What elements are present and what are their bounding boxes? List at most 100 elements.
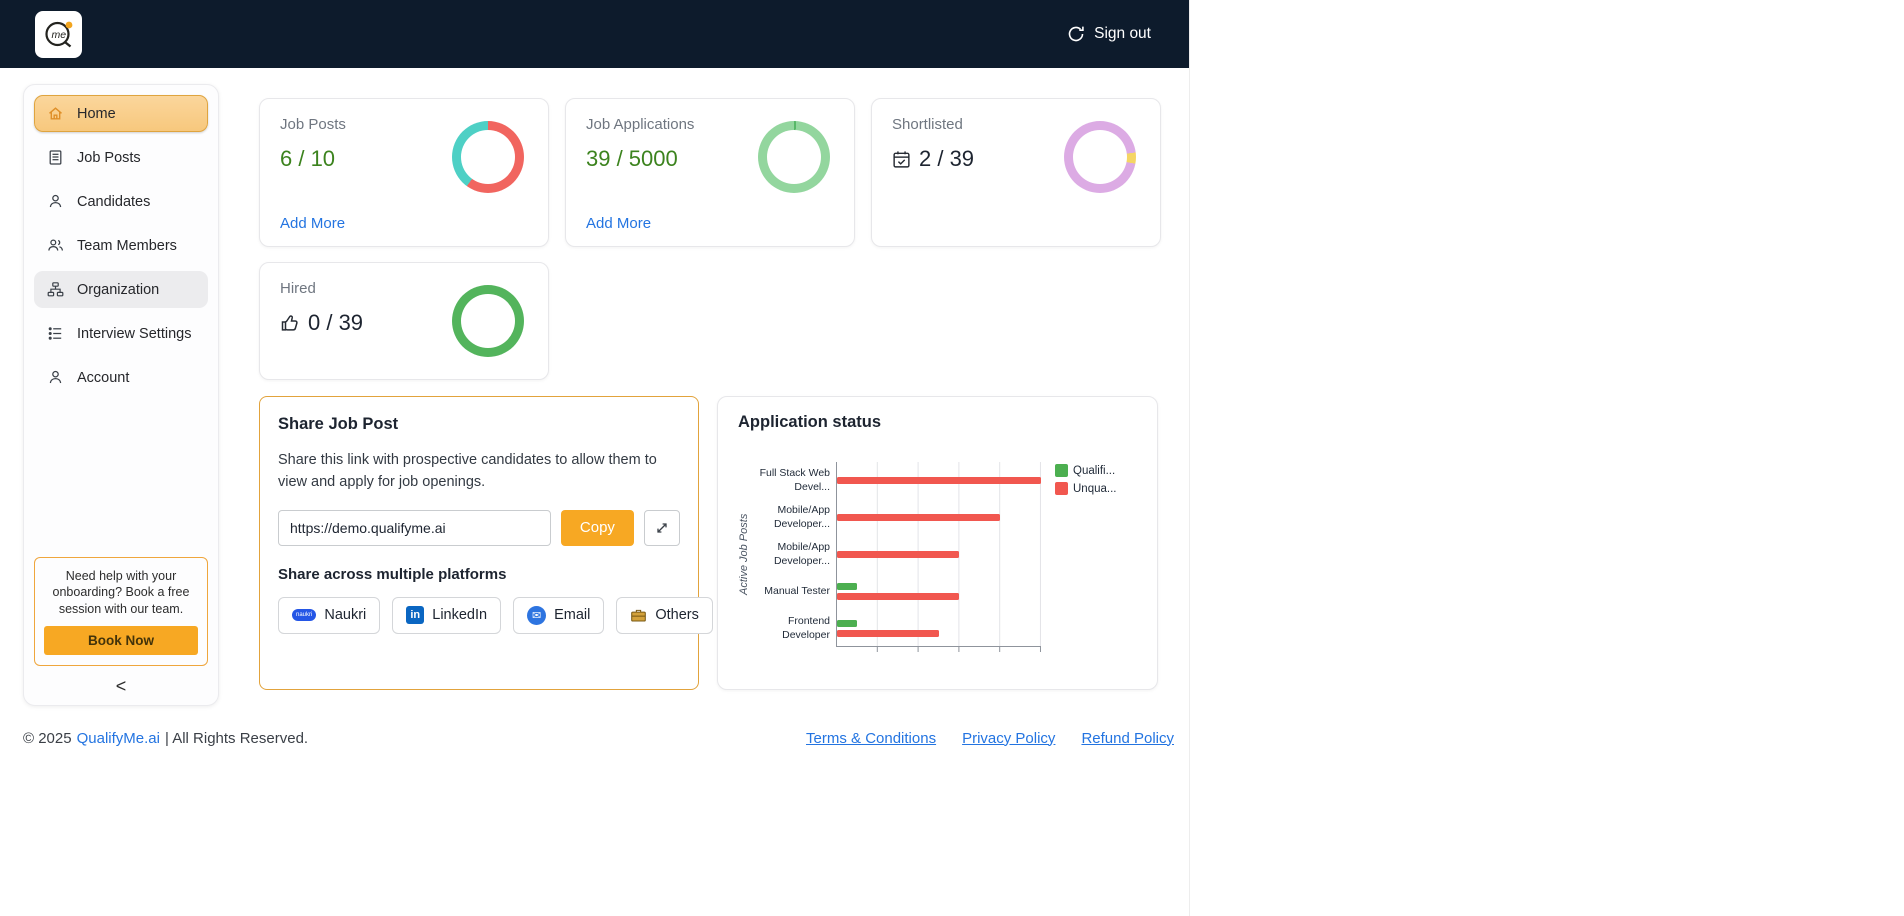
sidebar-item-label: Organization — [77, 281, 160, 298]
share-job-post-card: Share Job Post Share this link with pros… — [259, 396, 713, 690]
chart-category-label: Mobile/App Developer... — [773, 504, 830, 530]
brand-logo[interactable]: me — [35, 10, 82, 58]
legend-item: Unqua... — [1055, 482, 1116, 495]
sidebar-item-label: Candidates — [77, 193, 151, 210]
share-others-button[interactable]: Others — [616, 596, 713, 634]
job-applications-donut-chart — [758, 121, 830, 193]
legend-item: Qualifi... — [1055, 464, 1116, 477]
copyright-prefix: © 2025 — [23, 729, 72, 747]
book-now-button[interactable]: Book Now — [44, 626, 198, 655]
expand-arrows-icon — [657, 522, 667, 533]
svg-text:me: me — [51, 29, 66, 41]
sidebar-item-team-members[interactable]: Team Members — [34, 227, 208, 264]
sidebar-item-interview-settings[interactable]: Interview Settings — [34, 315, 208, 352]
share-card-title: Share Job Post — [278, 415, 399, 433]
chart-category-label: Manual Tester — [764, 584, 830, 597]
stats-row: Job Posts 6 / 10 Add More Job Applicatio… — [259, 98, 1174, 247]
copyright-suffix: | All Rights Reserved. — [164, 729, 309, 747]
share-url-input[interactable] — [278, 509, 551, 546]
chart-bar — [837, 630, 939, 637]
stat-card-hired: Hired 0 / 39 — [259, 262, 549, 380]
app-window: me Sign out Home Job Posts Candidates Te… — [0, 0, 1190, 916]
application-status-card: Application status Active Job Posts Full… — [717, 396, 1158, 690]
sidebar: Home Job Posts Candidates Team Members O… — [23, 84, 219, 706]
legend-label: Qualifi... — [1073, 464, 1116, 477]
account-person-icon — [49, 370, 62, 384]
list-settings-icon — [48, 327, 62, 340]
sidebar-item-job-posts[interactable]: Job Posts — [34, 139, 208, 176]
legend-swatch — [1055, 464, 1068, 477]
sidebar-item-label: Job Posts — [77, 149, 141, 166]
terms-conditions-link[interactable]: Terms & Conditions — [806, 730, 936, 747]
chart-bar — [837, 551, 960, 558]
stat-value: 6 / 10 — [280, 146, 335, 172]
main-content: Job Posts 6 / 10 Add More Job Applicatio… — [259, 84, 1174, 690]
stat-value-text: 0 / 39 — [308, 310, 364, 335]
chart-categories: Full Stack Web Devel... Mobile/App Develo… — [754, 462, 836, 647]
people-icon — [48, 239, 64, 251]
chart-bar-row — [837, 499, 1041, 536]
copy-button[interactable]: Copy — [560, 509, 634, 546]
briefcase-icon — [631, 609, 647, 622]
chart-legend: Qualifi... Unqua... — [1055, 462, 1116, 647]
sidebar-item-account[interactable]: Account — [34, 359, 208, 396]
sidebar-collapse-button[interactable]: < — [116, 677, 127, 695]
chart-plot — [836, 462, 1041, 652]
chart-bar-row — [837, 536, 1041, 573]
refund-policy-link[interactable]: Refund Policy — [1081, 730, 1174, 747]
add-more-link[interactable]: Add More — [586, 215, 651, 232]
sidebar-item-candidates[interactable]: Candidates — [34, 183, 208, 220]
org-hierarchy-icon — [47, 282, 64, 297]
bottom-row: Share Job Post Share this link with pros… — [259, 396, 1174, 690]
stat-value: 0 / 39 — [280, 310, 363, 336]
share-email-button[interactable]: ✉ Email — [513, 596, 605, 634]
naukri-logo-icon: naukri — [292, 609, 317, 621]
hired-donut-chart — [452, 285, 524, 357]
chart-bar-row — [837, 462, 1041, 499]
chart-bar — [837, 514, 1001, 521]
add-more-link[interactable]: Add More — [280, 215, 345, 232]
platforms-title: Share across multiple platforms — [278, 565, 507, 583]
chart-bar-row — [837, 610, 1041, 647]
page-body: Home Job Posts Candidates Team Members O… — [0, 68, 1189, 706]
qualifyme-footer-link[interactable]: QualifyMe.ai — [77, 730, 160, 747]
privacy-policy-link[interactable]: Privacy Policy — [962, 730, 1055, 747]
stat-title: Hired — [280, 280, 316, 297]
stat-title: Job Posts — [280, 116, 346, 133]
stat-value-text: 39 / 5000 — [586, 146, 678, 171]
application-status-chart: Active Job Posts Full Stack Web Devel...… — [738, 462, 1137, 652]
share-description: Share this link with prospective candida… — [278, 452, 657, 490]
chart-bar-row — [837, 573, 1041, 610]
share-naukri-button[interactable]: naukri Naukri — [278, 596, 381, 634]
share-linkedin-button[interactable]: in LinkedIn — [392, 596, 502, 634]
footer-links: Terms & Conditions Privacy Policy Refund… — [806, 730, 1174, 747]
onboarding-help-box: Need help with your onboarding? Book a f… — [34, 556, 208, 666]
copyright-text: © 2025 QualifyMe.ai | All Rights Reserve… — [23, 730, 308, 747]
thumbs-up-icon — [281, 315, 298, 331]
sidebar-item-organization[interactable]: Organization — [34, 271, 208, 308]
application-status-title: Application status — [738, 413, 882, 431]
stat-card-shortlisted: Shortlisted 2 / 39 — [871, 98, 1161, 247]
linkedin-logo-icon: in — [406, 606, 425, 624]
chart-bar — [837, 477, 1041, 484]
sidebar-item-label: Account — [77, 369, 130, 386]
legend-label: Unqua... — [1073, 482, 1117, 495]
top-navbar: me Sign out — [0, 0, 1189, 68]
sidebar-item-label: Home — [77, 105, 116, 122]
chart-category-label: Mobile/App Developer... — [773, 541, 830, 567]
sidebar-item-label: Team Members — [77, 237, 177, 254]
home-icon — [49, 107, 62, 120]
sidebar-menu: Home Job Posts Candidates Team Members O… — [34, 95, 208, 396]
shortlisted-donut-chart — [1064, 121, 1136, 193]
legend-swatch — [1055, 482, 1068, 495]
sign-out-button[interactable]: Sign out — [1067, 25, 1151, 43]
chart-category-label: Full Stack Web Devel... — [759, 467, 830, 493]
job-posts-donut-chart — [452, 121, 524, 193]
stat-card-job-applications: Job Applications 39 / 5000 Add More — [565, 98, 855, 247]
sidebar-item-home[interactable]: Home — [34, 95, 208, 132]
stat-value-text: 6 / 10 — [280, 146, 336, 171]
stat-card-job-posts: Job Posts 6 / 10 Add More — [259, 98, 549, 247]
platform-label: Naukri — [324, 607, 367, 623]
stat-title: Shortlisted — [892, 116, 963, 133]
expand-link-button[interactable] — [643, 509, 680, 546]
